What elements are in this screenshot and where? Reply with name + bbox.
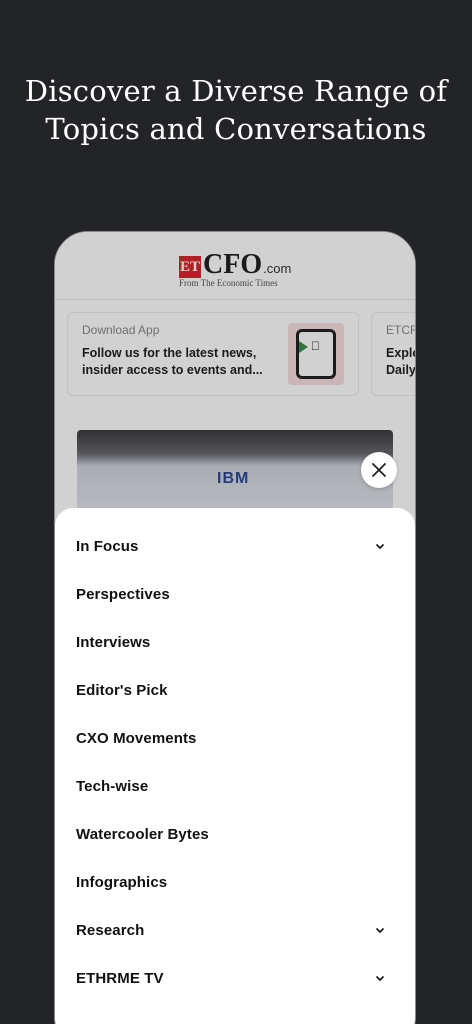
chevron-down-icon[interactable] — [374, 924, 386, 936]
promo-headline: Discover a Diverse Range of Topics and C… — [0, 72, 472, 148]
close-icon — [372, 463, 386, 477]
chevron-down-icon[interactable] — [374, 540, 386, 552]
menu-item-label: ETHRME TV — [76, 969, 164, 987]
menu-item-perspectives[interactable]: Perspectives — [76, 579, 386, 609]
menu-item-label: Watercooler Bytes — [76, 825, 209, 843]
headline-line-1: Discover a Diverse Range of — [24, 74, 448, 108]
menu-item-ethrme-tv[interactable]: ETHRME TV — [76, 963, 386, 993]
menu-item-label: Research — [76, 921, 145, 939]
menu-item-research[interactable]: Research — [76, 915, 386, 945]
menu-item-watercooler-bytes[interactable]: Watercooler Bytes — [76, 819, 386, 849]
headline-line-2: Topics and Conversations — [45, 112, 427, 146]
phone-mockup: ET CFO .com From The Economic Times Down… — [54, 231, 416, 1024]
menu-item-interviews[interactable]: Interviews — [76, 627, 386, 657]
menu-item-infographics[interactable]: Infographics — [76, 867, 386, 897]
chevron-down-icon[interactable] — [374, 972, 386, 984]
menu-item-label: CXO Movements — [76, 729, 197, 747]
menu-item-label: In Focus — [76, 537, 139, 555]
close-button[interactable] — [361, 452, 397, 488]
menu-item-label: Interviews — [76, 633, 151, 651]
menu-item-label: Perspectives — [76, 585, 170, 603]
menu-item-tech-wise[interactable]: Tech-wise — [76, 771, 386, 801]
menu-item-label: Editor's Pick — [76, 681, 168, 699]
menu-item-cxo-movements[interactable]: CXO Movements — [76, 723, 386, 753]
category-menu-sheet: In Focus Perspectives Interviews Editor'… — [55, 508, 415, 1024]
menu-item-label: Tech-wise — [76, 777, 149, 795]
menu-item-editors-pick[interactable]: Editor's Pick — [76, 675, 386, 705]
menu-item-label: Infographics — [76, 873, 168, 891]
menu-item-in-focus[interactable]: In Focus — [76, 531, 386, 561]
